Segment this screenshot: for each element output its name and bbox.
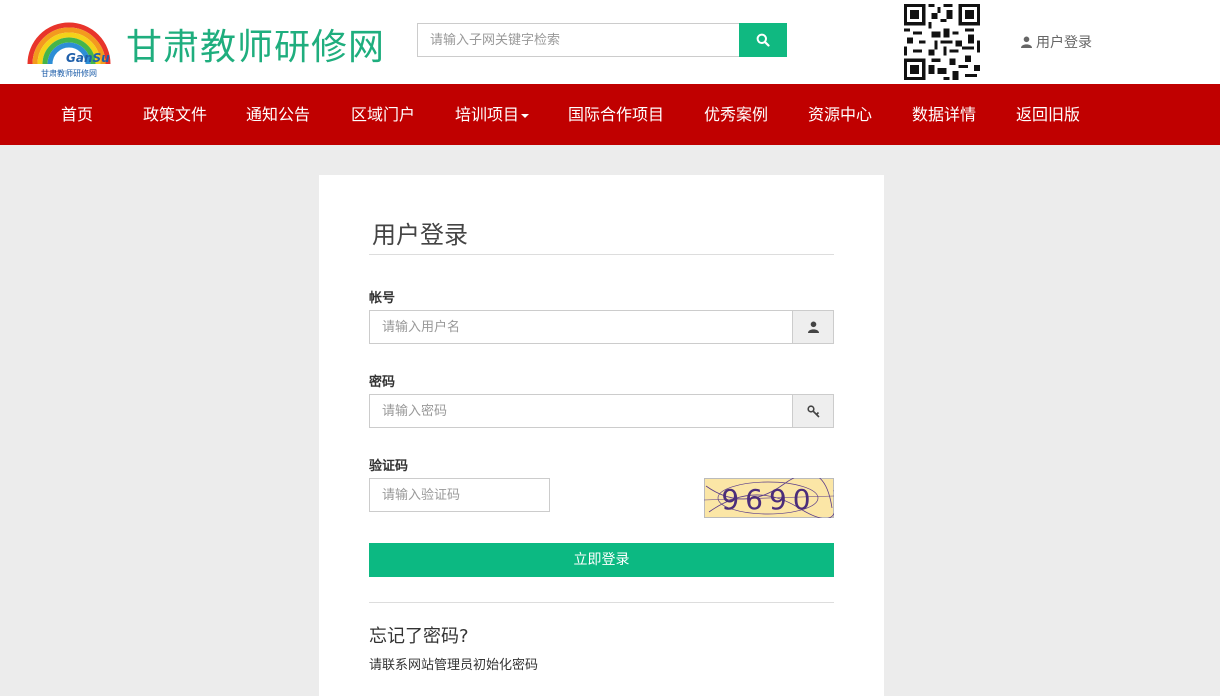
forgot-password-title: 忘记了密码? (369, 626, 469, 647)
login-panel: 用户登录 帐号 密码 验证码 9690 立即登录 忘 (319, 175, 884, 696)
nav-item-data[interactable]: 数据详情 (912, 84, 976, 145)
search-bar (417, 23, 787, 57)
nav-item-regional-portal[interactable]: 区域门户 (351, 84, 415, 145)
site-logo[interactable]: GanSu 甘肃教师研修网 (26, 14, 112, 80)
nav-item-training-label: 培训项目 (455, 105, 520, 124)
nav-item-international[interactable]: 国际合作项目 (568, 84, 664, 145)
nav-item-resources[interactable]: 资源中心 (808, 84, 872, 145)
main-nav: 首页 政策文件 通知公告 区域门户 培训项目 国际合作项目 优秀案例 资源中心 … (0, 84, 1220, 145)
captcha-label: 验证码 (369, 459, 409, 474)
account-input[interactable] (369, 310, 793, 344)
svg-text:GanSu: GanSu (66, 51, 110, 65)
site-title[interactable]: 甘肃教师研修网 (126, 18, 385, 70)
nav-item-notices[interactable]: 通知公告 (246, 84, 310, 145)
account-addon (793, 310, 834, 344)
login-title: 用户登录 (372, 221, 468, 249)
nav-item-cases[interactable]: 优秀案例 (704, 84, 768, 145)
nav-item-home[interactable]: 首页 (61, 84, 93, 145)
captcha-image[interactable]: 9690 (704, 478, 834, 518)
form-divider (369, 602, 834, 603)
forgot-password-text: 请联系网站管理员初始化密码 (369, 658, 539, 673)
key-icon (806, 404, 820, 418)
user-login-link[interactable]: 用户登录 (1021, 32, 1092, 52)
caret-down-icon (521, 113, 530, 118)
password-addon (793, 394, 834, 428)
password-label: 密码 (369, 375, 396, 390)
nav-item-policy[interactable]: 政策文件 (143, 84, 207, 145)
search-icon (756, 33, 770, 47)
login-link-label: 用户登录 (1036, 35, 1092, 51)
site-header: GanSu 甘肃教师研修网 甘肃教师研修网 用户登录 (0, 0, 1220, 84)
account-label: 帐号 (369, 291, 396, 306)
account-input-group (369, 310, 834, 344)
password-input-group (369, 394, 834, 428)
user-icon (1021, 36, 1032, 48)
login-submit-button[interactable]: 立即登录 (369, 543, 834, 577)
svg-text:9690: 9690 (721, 483, 816, 516)
password-input[interactable] (369, 394, 793, 428)
nav-item-training[interactable]: 培训项目 (455, 84, 530, 145)
nav-item-old-version[interactable]: 返回旧版 (1016, 84, 1080, 145)
qr-code (904, 4, 980, 80)
captcha-input[interactable] (369, 478, 550, 512)
user-icon (807, 321, 819, 333)
title-divider (369, 254, 834, 255)
search-button[interactable] (739, 23, 787, 57)
svg-text:甘肃教师研修网: 甘肃教师研修网 (41, 68, 97, 78)
search-input[interactable] (417, 23, 739, 57)
